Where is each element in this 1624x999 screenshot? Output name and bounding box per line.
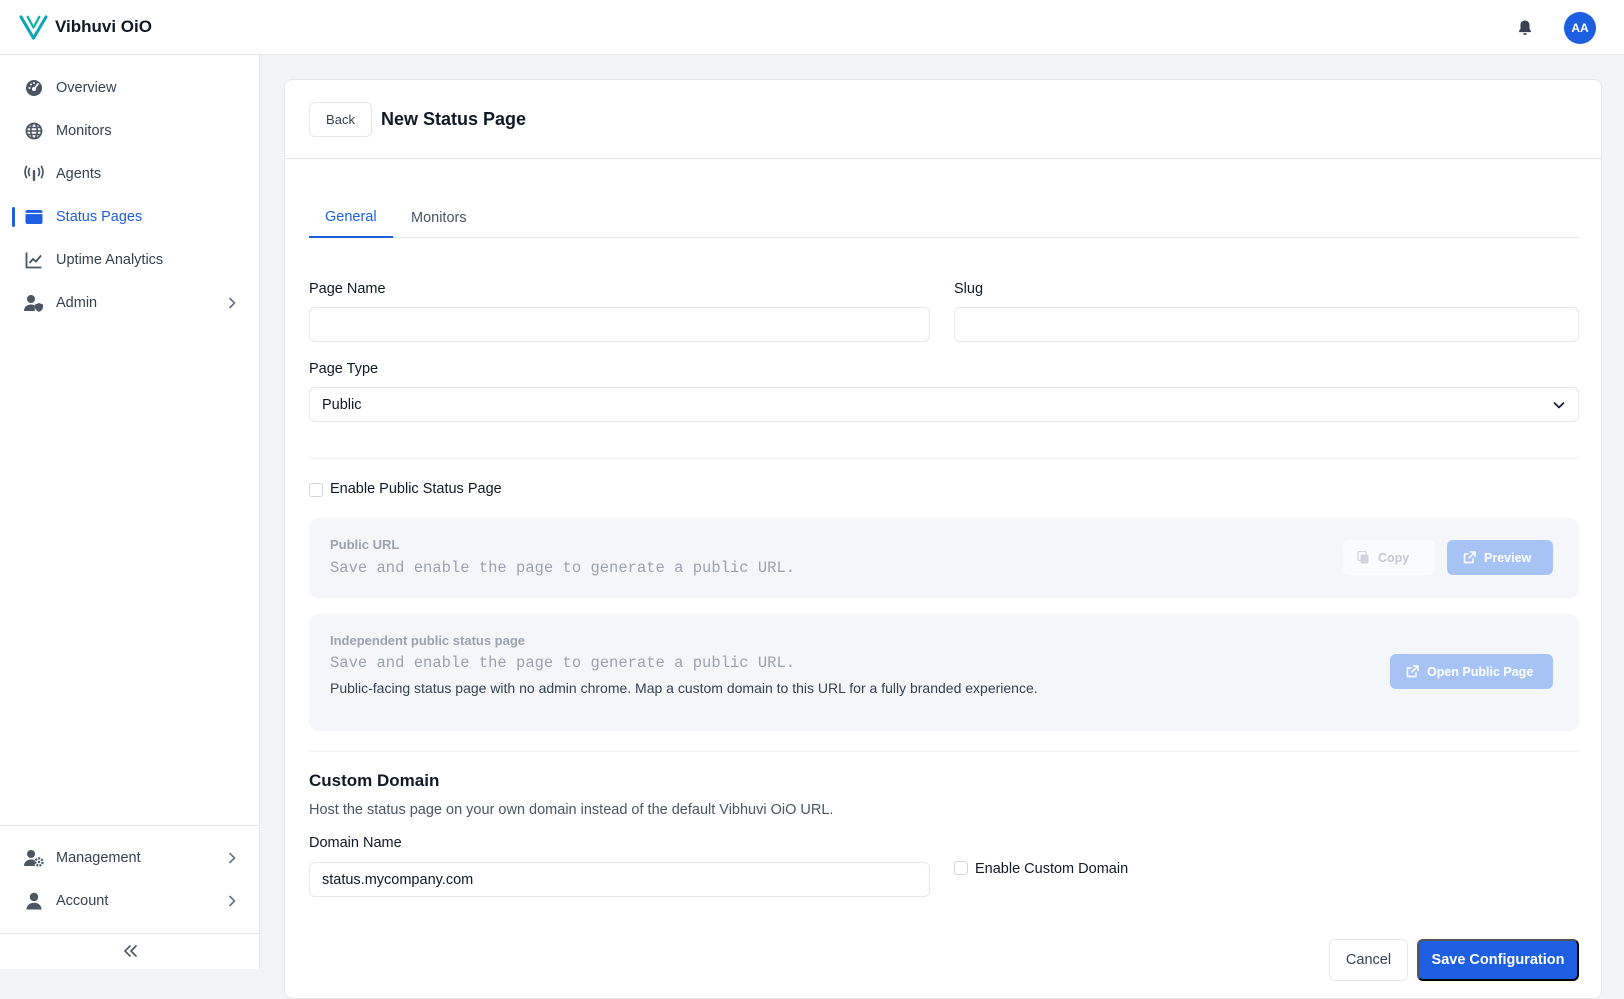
active-indicator	[12, 207, 15, 227]
section-divider	[309, 751, 1579, 752]
independent-page-description: Public-facing status page with no admin …	[330, 680, 1038, 696]
sidebar-item-label: Uptime Analytics	[56, 252, 164, 268]
page-type-label: Page Type	[309, 361, 379, 377]
independent-page-value: Save and enable the page to generate a p…	[330, 654, 796, 672]
save-configuration-button[interactable]: Save Configuration	[1417, 939, 1579, 981]
sidebar: Overview Monitors Agents Status Pages Up…	[0, 55, 260, 969]
sidebar-divider	[0, 933, 259, 934]
card-header: Back New Status Page	[285, 80, 1601, 159]
sidebar-item-label: Account	[56, 893, 109, 909]
external-link-icon	[1463, 551, 1476, 564]
brand[interactable]: Vibhuvi OiO	[19, 14, 152, 41]
sidebar-divider	[0, 825, 259, 826]
page-type-value: Public	[322, 396, 362, 413]
sidebar-item-label: Admin	[56, 295, 98, 311]
app-name: Vibhuvi OiO	[55, 17, 152, 36]
page-type-select[interactable]: Public	[309, 387, 1579, 422]
sidebar-item-agents[interactable]: Agents	[0, 154, 259, 194]
sidebar-item-monitors[interactable]: Monitors	[0, 111, 259, 151]
sidebar-item-overview[interactable]: Overview	[0, 68, 259, 108]
domain-name-value: status.mycompany.com	[322, 871, 474, 888]
custom-domain-title: Custom Domain	[309, 771, 440, 790]
chevron-right-icon	[229, 895, 236, 907]
page-name-input[interactable]	[309, 307, 930, 342]
chart-line-icon	[24, 250, 44, 270]
preview-button[interactable]: Preview	[1447, 540, 1553, 575]
sidebar-item-label: Management	[56, 850, 141, 866]
custom-domain-description: Host the status page on your own domain …	[309, 802, 834, 818]
sidebar-item-uptime-analytics[interactable]: Uptime Analytics	[0, 240, 259, 280]
user-gear-icon	[24, 848, 44, 868]
independent-page-panel: Independent public status page Save and …	[309, 614, 1579, 731]
bell-icon[interactable]	[1515, 18, 1535, 38]
page-title: New Status Page	[381, 109, 527, 129]
copy-label: Copy	[1378, 550, 1410, 565]
sidebar-item-label: Overview	[56, 80, 117, 96]
copy-button[interactable]: Copy	[1343, 540, 1435, 575]
copy-icon	[1357, 551, 1369, 564]
slug-label: Slug	[954, 281, 984, 297]
tab-bar: General Monitors	[309, 198, 1579, 238]
user-shield-icon	[24, 293, 44, 313]
domain-name-input[interactable]: status.mycompany.com	[309, 862, 930, 897]
chevron-right-icon	[229, 297, 236, 309]
chevron-right-icon	[229, 852, 236, 864]
chevron-down-icon	[1553, 402, 1565, 409]
status-page-form-card: Back New Status Page General Monitors Pa…	[284, 79, 1602, 999]
sidebar-item-account[interactable]: Account	[0, 881, 259, 921]
tab-general[interactable]: General	[309, 198, 393, 238]
preview-label: Preview	[1484, 550, 1532, 565]
gauge-icon	[24, 78, 44, 98]
browser-window-icon	[24, 207, 44, 227]
user-icon	[24, 891, 44, 911]
sidebar-item-label: Status Pages	[56, 209, 143, 225]
sidebar-item-admin[interactable]: Admin	[0, 283, 259, 323]
avatar[interactable]: AA	[1564, 12, 1596, 44]
section-divider	[309, 458, 1579, 459]
sidebar-item-status-pages[interactable]: Status Pages	[0, 197, 259, 237]
public-url-panel: Public URL Save and enable the page to g…	[309, 518, 1579, 598]
enable-public-label: Enable Public Status Page	[330, 481, 502, 497]
open-public-page-label: Open Public Page	[1427, 664, 1534, 679]
sidebar-item-label: Monitors	[56, 123, 112, 139]
v-logo-icon	[19, 14, 48, 40]
external-link-icon	[1406, 665, 1419, 678]
globe-icon	[24, 121, 44, 141]
public-url-value: Save and enable the page to generate a p…	[330, 559, 796, 577]
sidebar-item-label: Agents	[56, 166, 102, 182]
page-name-label: Page Name	[309, 281, 386, 297]
open-public-page-button[interactable]: Open Public Page	[1390, 654, 1553, 689]
collapse-sidebar-icon[interactable]	[118, 941, 142, 961]
sidebar-item-management[interactable]: Management	[0, 838, 259, 878]
domain-name-label: Domain Name	[309, 835, 402, 851]
top-bar: Vibhuvi OiO AA	[0, 0, 1624, 55]
enable-custom-domain-label: Enable Custom Domain	[975, 861, 1129, 877]
antenna-icon	[24, 164, 44, 184]
slug-input[interactable]	[954, 307, 1579, 342]
enable-public-checkbox[interactable]	[309, 483, 323, 497]
enable-custom-domain-checkbox[interactable]	[954, 861, 968, 875]
back-button[interactable]: Back	[309, 102, 372, 137]
independent-page-title: Independent public status page	[330, 633, 526, 648]
public-url-title: Public URL	[330, 537, 400, 552]
cancel-button[interactable]: Cancel	[1329, 939, 1408, 981]
tab-monitors[interactable]: Monitors	[395, 198, 483, 238]
